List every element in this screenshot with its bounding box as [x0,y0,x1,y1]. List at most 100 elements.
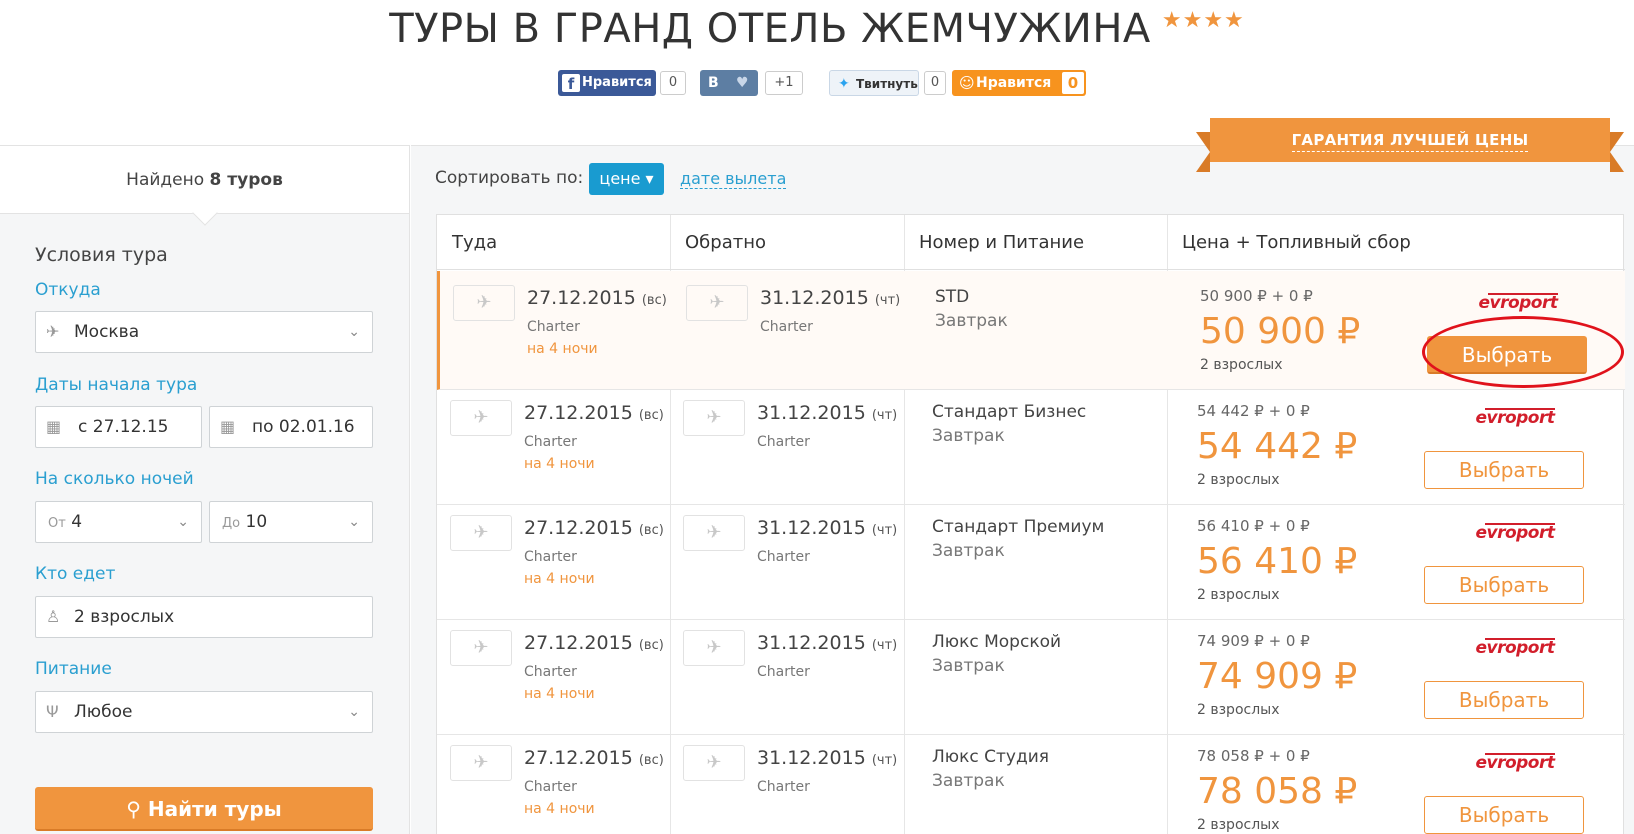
return-flight-type: Charter [757,664,810,680]
table-row: ✈ 27.12.2015 (вс) Charter на 4 ночи ✈ 31.12.2… [437,616,1625,735]
calendar-icon: ▦ [220,417,236,436]
nights-from-select[interactable]: От 4 ⌄ [35,501,202,543]
twitter-bird-icon: ✦ [838,76,850,92]
sort-by-price-button[interactable]: цене ▾ [589,163,664,195]
date-to-field[interactable]: ▦ по 02.01.16 [209,406,373,448]
meal-type: Завтрак [932,426,1005,446]
travelers-count: 2 взрослых [1197,817,1280,833]
panel-notch [192,200,218,226]
conditions-title: Условия тура [35,244,168,266]
plane-icon: ✈ [450,745,512,781]
heart-icon: ♥ [736,75,749,91]
tour-operator-logo: evroport [1465,408,1565,428]
select-tour-button[interactable]: Выбрать [1424,451,1584,489]
chevron-down-icon: ⌄ [177,514,189,530]
return-flight-type: Charter [757,549,810,565]
select-tour-button[interactable]: Выбрать [1424,796,1584,834]
twitter-tweet-button[interactable]: ✦ Твитнуть [829,70,919,96]
search-tours-button[interactable]: ⚲ Найти туры [35,787,373,831]
twitter-tweet-label: Твитнуть [856,77,918,91]
departure-city-value: Москва [74,322,140,342]
room-type: Стандарт Премиум [932,517,1105,537]
sort-label: Сортировать по: [435,168,584,188]
select-tour-button[interactable]: Выбрать [1424,566,1584,604]
return-date: 31.12.2015 (чт) [760,287,900,309]
nights-to-value: 10 [245,512,268,532]
food-select[interactable]: Ψ Любое ⌄ [35,691,373,733]
plane-icon: ✈ [46,322,60,341]
date-from-field[interactable]: ▦ с 27.12.15 [35,406,202,448]
return-date-value: 31.12.2015 [757,402,866,424]
plane-icon: ✈ [683,745,745,781]
total-price: 50 900 ₽ [1200,311,1361,352]
total-price: 56 410 ₽ [1197,541,1358,582]
best-price-guarantee-label: ГАРАНТИЯ ЛУЧШЕЙ ЦЕНЫ [1291,131,1529,152]
social-bar: f Нравится 0 В ♥ +1 ✦ Твитнуть 0 ☺ Нрави… [0,70,1634,96]
departure-weekday: (вс) [638,753,664,768]
chevron-down-icon: ⌄ [348,514,360,530]
departure-weekday: (вс) [638,523,664,538]
return-flight-type: Charter [760,319,813,335]
hotel-stars: ★★★★ [1161,8,1245,33]
travelers-count: 2 взрослых [1197,587,1280,603]
return-date-value: 31.12.2015 [757,517,866,539]
odnoklassniki-icon: ☺ [959,74,975,92]
departure-weekday: (вс) [641,293,667,308]
select-tour-button[interactable]: Выбрать [1424,681,1584,719]
return-weekday: (чт) [871,753,898,768]
date-to-value: 02.01.16 [278,417,355,437]
nights-count: на 4 ночи [524,801,595,817]
header-departure: Туда [452,232,498,253]
ribbon-tail-left [1196,132,1210,172]
date-from-prefix: с [78,417,88,437]
found-tours-count: 8 туров [209,170,283,190]
departure-flight-type: Charter [524,549,577,565]
table-row: ✈ 27.12.2015 (вс) Charter на 4 ночи ✈ 31.12.2… [437,731,1625,834]
best-price-guarantee-banner[interactable]: ГАРАНТИЯ ЛУЧШЕЙ ЦЕНЫ [1210,118,1610,162]
search-tours-label: Найти туры [147,797,282,821]
vk-like-count: +1 [765,71,803,95]
tour-operator-logo: evroport [1465,638,1565,658]
plane-icon: ✈ [453,285,515,321]
return-date: 31.12.2015 (чт) [757,402,897,424]
departure-date-value: 27.12.2015 [524,747,633,769]
return-weekday: (чт) [871,638,898,653]
facebook-like-label: Нравится [582,75,652,90]
nights-to-select[interactable]: До 10 ⌄ [209,501,373,543]
found-prefix: Найдено [126,170,205,190]
odnoklassniki-like-count: 0 [1062,72,1084,94]
departure-flight-type: Charter [524,779,577,795]
return-date-value: 31.12.2015 [757,747,866,769]
facebook-like-button[interactable]: f Нравится [558,70,656,96]
results-panel: Сортировать по: цене ▾ дате вылета Туда … [411,145,1634,834]
chevron-down-icon: ⌄ [348,324,360,340]
page-title: ТУРЫ В ГРАНД ОТЕЛЬ ЖЕМЧУЖИНА [389,6,1151,52]
food-label: Питание [35,659,112,679]
return-date-value: 31.12.2015 [757,632,866,654]
odnoklassniki-like-button[interactable]: ☺ Нравится 0 [952,70,1086,96]
select-tour-button[interactable]: Выбрать [1427,336,1587,374]
tour-operator-logo: evroport [1465,753,1565,773]
travelers-field[interactable]: ♙ 2 взрослых [35,596,373,638]
departure-date: 27.12.2015 (вс) [524,402,664,424]
sort-by-date-link[interactable]: дате вылета [680,169,787,189]
odnoklassniki-like-label: Нравится [976,75,1052,91]
nights-count: на 4 ночи [527,341,598,357]
room-type: Люкс Морской [932,632,1062,652]
return-date-value: 31.12.2015 [760,287,869,309]
meal-type: Завтрак [932,541,1005,561]
price-breakdown: 74 909 ₽ + 0 ₽ [1197,632,1310,650]
departure-date: 27.12.2015 (вс) [524,632,664,654]
vk-like-button[interactable]: В ♥ [700,70,758,96]
header-price: Цена + Топливный сбор [1182,232,1411,253]
header-return: Обратно [685,232,766,253]
departure-date-value: 27.12.2015 [527,287,636,309]
price-breakdown: 56 410 ₽ + 0 ₽ [1197,517,1310,535]
price-breakdown: 54 442 ₽ + 0 ₽ [1197,402,1310,420]
total-price: 74 909 ₽ [1197,656,1358,697]
departure-city-select[interactable]: ✈ Москва ⌄ [35,311,373,353]
price-breakdown: 50 900 ₽ + 0 ₽ [1200,287,1313,305]
room-type: Стандарт Бизнес [932,402,1087,422]
departure-flight-type: Charter [524,434,577,450]
departure-date-value: 27.12.2015 [524,632,633,654]
